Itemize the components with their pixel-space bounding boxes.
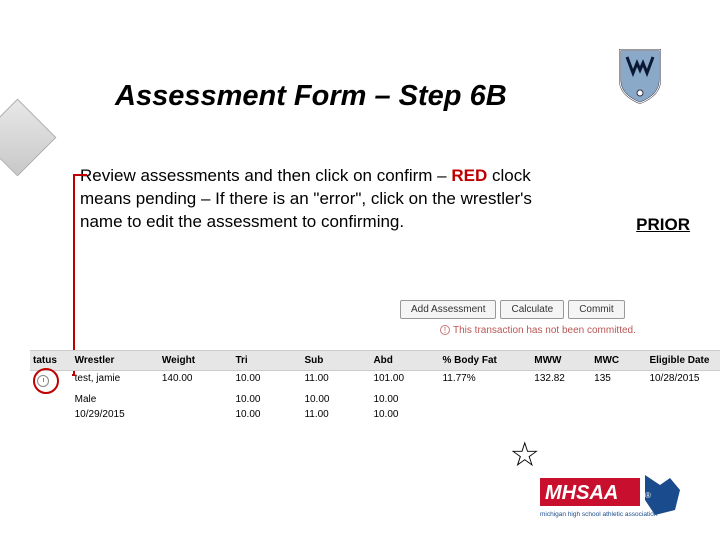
table-row: Male 10.00 10.00 10.00 — [30, 392, 720, 407]
cell-weight: 140.00 — [159, 371, 233, 392]
col-eligible-date: Eligible Date — [646, 351, 720, 370]
cell-bodyfat: 11.77% — [439, 371, 531, 392]
col-abd: Abd — [370, 351, 439, 370]
cell-tri: 10.00 — [232, 407, 301, 422]
add-assessment-button[interactable]: Add Assessment — [400, 300, 496, 319]
calculate-button[interactable]: Calculate — [500, 300, 564, 319]
table-row: 10/29/2015 10.00 11.00 10.00 — [30, 407, 720, 422]
col-weight: Weight — [159, 351, 233, 370]
cell-sub: 11.00 — [301, 407, 370, 422]
cell-abd: 10.00 — [370, 407, 439, 422]
prior-label: PRIOR — [636, 215, 690, 235]
clock-icon — [37, 375, 49, 387]
cell-sub: 10.00 — [301, 392, 370, 407]
cell-abd: 101.00 — [370, 371, 439, 392]
action-button-bar: Add Assessment Calculate Commit — [400, 300, 625, 319]
commit-warning: !This transaction has not been committed… — [440, 325, 636, 336]
star-icon: ☆ — [510, 435, 540, 475]
commit-button[interactable]: Commit — [568, 300, 624, 319]
mhsaa-logo-icon: MHSAA michigan high school athletic asso… — [540, 470, 685, 520]
cell-sub: 11.00 — [301, 371, 370, 392]
col-status: tatus — [30, 351, 72, 370]
red-emphasis: RED — [451, 166, 487, 185]
table-header-row: tatus Wrestler Weight Tri Sub Abd % Body… — [30, 350, 720, 371]
svg-text:®: ® — [645, 491, 651, 500]
wrestler-name-link[interactable]: test, jamie — [72, 371, 159, 392]
slide-title: Assessment Form – Step 6B — [115, 80, 507, 113]
col-mwc: MWC — [591, 351, 646, 370]
cell-abd: 10.00 — [370, 392, 439, 407]
corner-decoration — [0, 99, 56, 177]
table-row: test, jamie 140.00 10.00 11.00 101.00 11… — [30, 371, 720, 392]
cell-mww: 132.82 — [531, 371, 591, 392]
col-wrestler: Wrestler — [72, 351, 159, 370]
col-mww: MWW — [531, 351, 591, 370]
shield-logo-icon — [615, 45, 665, 105]
assessment-table: tatus Wrestler Weight Tri Sub Abd % Body… — [30, 350, 720, 422]
commit-warning-text: This transaction has not been committed. — [453, 325, 636, 336]
status-cell — [30, 371, 72, 392]
cell-date: 10/29/2015 — [72, 407, 159, 422]
cell-tri: 10.00 — [232, 371, 301, 392]
col-tri: Tri — [232, 351, 301, 370]
svg-text:MHSAA: MHSAA — [545, 482, 618, 504]
cell-tri: 10.00 — [232, 392, 301, 407]
cell-mwc: 135 — [591, 371, 646, 392]
cell-gender: Male — [72, 392, 159, 407]
cell-eligible-date: 10/28/2015 — [646, 371, 720, 392]
instruction-line1: Review assessments and then click on con… — [80, 166, 447, 185]
col-sub: Sub — [301, 351, 370, 370]
instruction-text: Review assessments and then click on con… — [80, 165, 540, 234]
mhsaa-tagline: michigan high school athletic associatio… — [540, 511, 658, 518]
warning-icon: ! — [440, 325, 450, 335]
col-bodyfat: % Body Fat — [439, 351, 531, 370]
